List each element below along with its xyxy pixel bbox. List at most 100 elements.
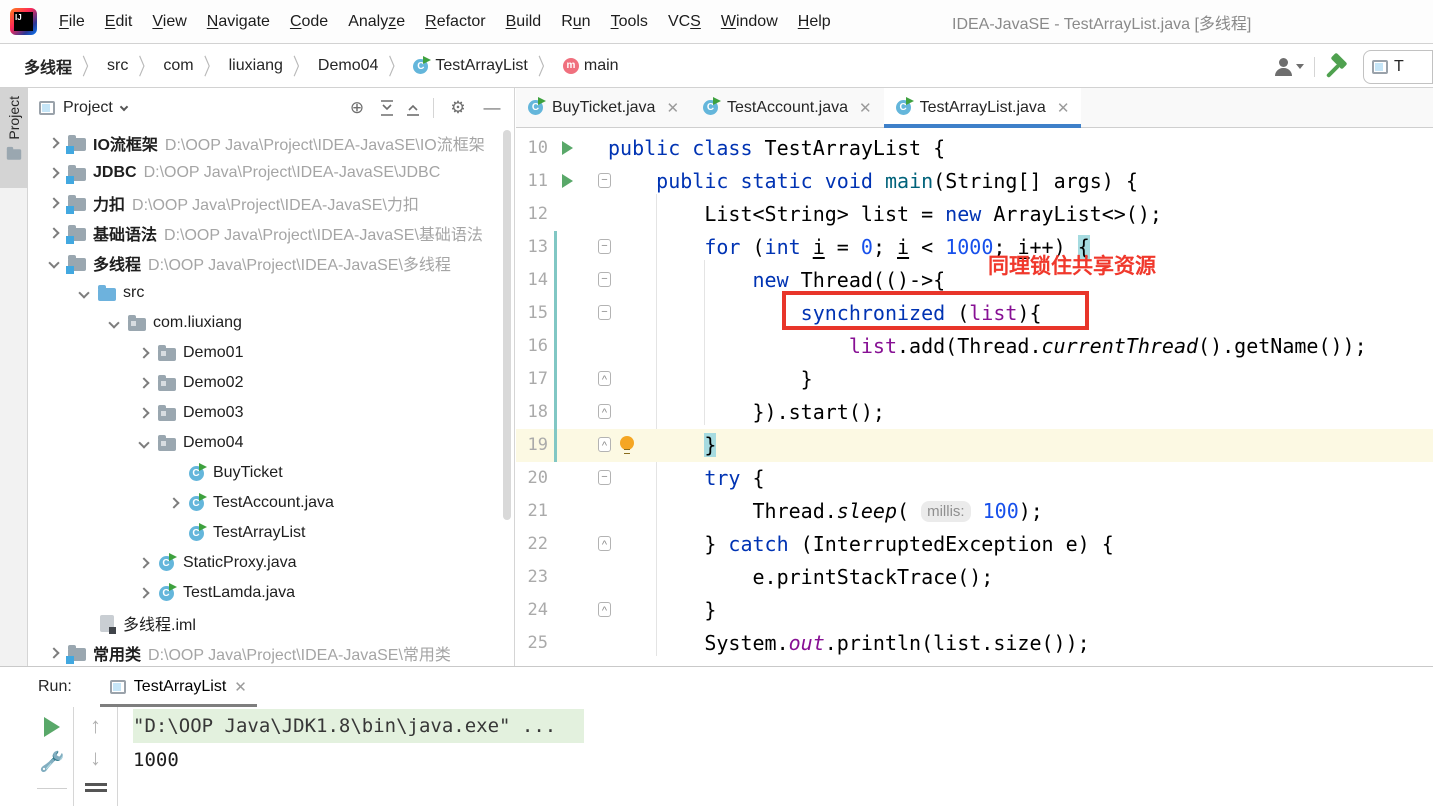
close-icon[interactable]: ✕ xyxy=(1057,99,1070,117)
run-overlay-icon xyxy=(198,462,207,471)
tree-arrow-icon[interactable] xyxy=(133,587,155,599)
collapse-all-icon[interactable] xyxy=(403,98,423,118)
tree-arrow-icon[interactable] xyxy=(43,257,65,269)
tree-arrow-icon[interactable] xyxy=(73,287,95,299)
breadcrumb-item-TestArrayList[interactable]: C TestArrayList xyxy=(409,55,531,77)
settings-gear-icon[interactable]: ⚙ xyxy=(444,98,472,118)
breadcrumb-item-main[interactable]: m main xyxy=(559,55,623,77)
soft-wrap-icon[interactable] xyxy=(84,789,107,792)
tree-item-常用类[interactable]: 常用类 D:\OOP Java\Project\IDEA-JavaSE\常用类 xyxy=(29,638,514,666)
chevron-down-icon[interactable] xyxy=(119,102,129,111)
breadcrumb-separator: 〉 xyxy=(82,54,98,81)
editor-tab-BuyTicket.java[interactable]: C BuyTicket.java ✕ xyxy=(516,88,691,127)
module-folder-icon xyxy=(66,165,86,184)
menu-edit[interactable]: Edit xyxy=(95,9,143,35)
tree-item-StaticProxy.java[interactable]: C StaticProxy.java xyxy=(29,548,514,578)
tree-arrow-icon[interactable] xyxy=(43,167,65,179)
tree-item-TestArrayList[interactable]: C TestArrayList xyxy=(29,518,514,548)
console-output[interactable]: "D:\OOP Java\JDK1.8\bin\java.exe" ... 100… xyxy=(133,709,585,777)
breadcrumb-item-src[interactable]: src xyxy=(103,55,132,77)
tree-item-BuyTicket[interactable]: C BuyTicket xyxy=(29,458,514,488)
breadcrumb-item-多线程[interactable]: 多线程 xyxy=(20,52,76,80)
editor-tab-TestAccount.java[interactable]: C TestAccount.java ✕ xyxy=(691,88,884,127)
breadcrumb-separator: 〉 xyxy=(292,54,308,81)
expand-all-icon[interactable] xyxy=(377,98,397,118)
tree-item-com.liuxiang[interactable]: com.liuxiang xyxy=(29,308,514,338)
run-overlay-icon xyxy=(538,97,546,105)
tree-item-Demo04[interactable]: Demo04 xyxy=(29,428,514,458)
menu-navigate[interactable]: Navigate xyxy=(197,9,280,35)
tab-label: TestArrayList.java xyxy=(919,98,1046,116)
run-overlay-icon xyxy=(423,55,432,64)
run-line-icon[interactable] xyxy=(562,141,573,155)
tree-arrow-icon[interactable] xyxy=(133,347,155,359)
tree-item-多线程.iml[interactable]: 多线程.iml xyxy=(29,608,514,638)
tree-arrow-icon[interactable] xyxy=(43,647,65,659)
tree-arrow-icon[interactable] xyxy=(103,317,125,329)
tree-item-基础语法[interactable]: 基础语法 D:\OOP Java\Project\IDEA-JavaSE\基础语法 xyxy=(29,218,514,248)
menu-tools[interactable]: Tools xyxy=(601,9,658,35)
settings-wrench-icon[interactable]: 🔧 xyxy=(39,749,64,774)
editor-area: C BuyTicket.java ✕ C TestAccount.java ✕ C TestA… xyxy=(516,88,1433,666)
menu-window[interactable]: Window xyxy=(711,9,788,35)
close-icon[interactable]: ✕ xyxy=(234,678,247,696)
tree-arrow-icon[interactable] xyxy=(43,227,65,239)
close-icon[interactable]: ✕ xyxy=(859,99,872,117)
soft-wrap-icon[interactable] xyxy=(84,783,107,786)
menu-refactor[interactable]: Refactor xyxy=(415,9,495,35)
rerun-button[interactable] xyxy=(43,717,60,737)
build-hammer-icon[interactable] xyxy=(1329,55,1353,79)
menu-vcs[interactable]: VCS xyxy=(658,9,711,35)
run-tab[interactable]: TestArrayList ✕ xyxy=(99,667,257,707)
tree-item-src[interactable]: src xyxy=(29,278,514,308)
tree-item-JDBC[interactable]: JDBC D:\OOP Java\Project\IDEA-JavaSE\JDBC xyxy=(29,158,514,188)
menu-code[interactable]: Code xyxy=(280,9,338,35)
editor-tab-TestArrayList.java[interactable]: C TestArrayList.java ✕ xyxy=(883,88,1082,128)
tree-item-TestAccount.java[interactable]: C TestAccount.java xyxy=(29,488,514,518)
module-folder-icon xyxy=(66,195,86,214)
code-line-25: 25 System.out.println(list.size()); xyxy=(516,627,1433,660)
user-account-button[interactable] xyxy=(1274,57,1304,76)
tree-arrow-icon[interactable] xyxy=(43,197,65,209)
run-configuration-select[interactable]: T xyxy=(1363,49,1433,84)
tree-arrow-icon[interactable] xyxy=(163,497,185,509)
tree-arrow-icon[interactable] xyxy=(43,137,65,149)
tree-arrow-icon[interactable] xyxy=(133,437,155,449)
breadcrumb-item-liuxiang[interactable]: liuxiang xyxy=(225,55,287,77)
tree-item-label: com.liuxiang xyxy=(153,314,242,331)
locate-file-icon[interactable]: ⊕ xyxy=(343,98,371,118)
tree-arrow-icon[interactable] xyxy=(133,557,155,569)
close-icon[interactable]: ✕ xyxy=(666,99,679,117)
tree-item-path: D:\OOP Java\Project\IDEA-JavaSE\IO流框架 xyxy=(164,137,485,154)
tree-item-IO流框架[interactable]: IO流框架 D:\OOP Java\Project\IDEA-JavaSE\IO流… xyxy=(29,128,514,158)
hide-panel-icon[interactable]: — xyxy=(478,98,506,118)
tree-item-多线程[interactable]: 多线程 D:\OOP Java\Project\IDEA-JavaSE\多线程 xyxy=(29,248,514,278)
menu-analyze[interactable]: Analyze xyxy=(338,9,415,35)
menu-run[interactable]: Run xyxy=(551,9,600,35)
tree-item-label: BuyTicket xyxy=(213,464,283,481)
line-number: 14 xyxy=(527,270,548,290)
tree-arrow-icon[interactable] xyxy=(133,407,155,419)
menu-view[interactable]: View xyxy=(142,9,196,35)
breadcrumb-item-Demo04[interactable]: Demo04 xyxy=(314,55,382,77)
stripe-tab-project[interactable]: Project xyxy=(0,88,28,188)
menu-help[interactable]: Help xyxy=(788,9,841,35)
tree-item-Demo02[interactable]: Demo02 xyxy=(29,368,514,398)
run-overlay-icon xyxy=(713,97,722,105)
tree-arrow-icon[interactable] xyxy=(133,377,155,389)
menu-build[interactable]: Build xyxy=(496,9,552,35)
up-arrow-icon[interactable]: ↑ xyxy=(90,713,101,739)
down-arrow-icon[interactable]: ↓ xyxy=(90,745,101,771)
line-number: 19 xyxy=(527,435,548,455)
tree-item-TestLamda.java[interactable]: C TestLamda.java xyxy=(29,578,514,608)
run-line-icon[interactable] xyxy=(562,174,573,188)
code-editor[interactable]: 10 public class TestArrayList {11− public… xyxy=(516,128,1433,665)
tree-item-力扣[interactable]: 力扣 D:\OOP Java\Project\IDEA-JavaSE\力扣 xyxy=(29,188,514,218)
tree-item-Demo03[interactable]: Demo03 xyxy=(29,398,514,428)
line-number: 13 xyxy=(527,237,548,257)
breadcrumb-item-com[interactable]: com xyxy=(159,55,197,77)
tree-item-Demo01[interactable]: Demo01 xyxy=(29,338,514,368)
gutter: 15− xyxy=(516,297,611,330)
menu-file[interactable]: File xyxy=(49,9,95,35)
project-scrollbar[interactable] xyxy=(503,130,511,520)
